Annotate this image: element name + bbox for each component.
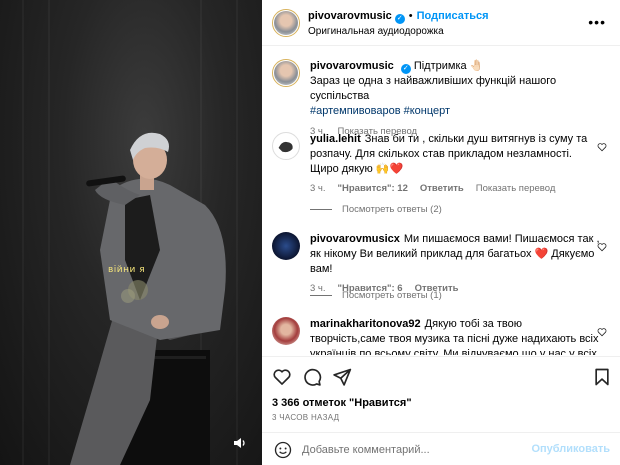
like-comment-heart-icon[interactable] xyxy=(597,242,607,252)
comment-username[interactable]: yulia.lehit xyxy=(310,133,361,145)
avatar[interactable] xyxy=(272,132,300,160)
hashtag-link[interactable]: #концерт xyxy=(404,105,450,117)
header-username[interactable]: pivovarovmusic xyxy=(308,10,392,22)
avatar[interactable] xyxy=(272,317,300,345)
speaker-icon[interactable] xyxy=(232,435,248,451)
post-time[interactable]: 3 ЧАСОВ НАЗАД xyxy=(272,413,339,422)
caption-body: pivovarovmusic ✓ Підтримка 🤚🏻 Зараз це од… xyxy=(310,59,600,139)
performer-photo xyxy=(70,132,226,465)
add-comment-bar: Опубликовать xyxy=(262,432,620,465)
likes-count[interactable]: 3 366 отметок "Нравится" xyxy=(272,397,412,409)
translate-link[interactable]: Показать перевод xyxy=(476,183,556,194)
follow-button[interactable]: Подписаться xyxy=(417,10,489,22)
avatar-image xyxy=(278,141,293,153)
video-subtitle: війни я xyxy=(108,265,146,275)
audio-track-link[interactable]: Оригинальная аудиодорожка xyxy=(308,26,444,37)
comment-username[interactable]: pivovarovmusicx xyxy=(310,233,400,245)
avatar[interactable] xyxy=(272,9,300,37)
caption-text-line2: Зараз це одна з найважливіших функцій на… xyxy=(310,75,557,102)
hashtag-link[interactable]: #артемпивоваров xyxy=(310,105,401,117)
avatar[interactable] xyxy=(272,59,300,87)
comments-list[interactable]: pivovarovmusic ✓ Підтримка 🤚🏻 Зараз це од… xyxy=(262,47,620,355)
publish-button[interactable]: Опубликовать xyxy=(531,443,610,455)
verified-badge-icon: ✓ xyxy=(400,64,411,74)
header-title-row: pivovarovmusic ✓ • Подписаться xyxy=(308,10,489,24)
comment-username[interactable]: marinakharitonova92 xyxy=(310,318,421,330)
like-heart-icon[interactable] xyxy=(272,367,292,387)
bookmark-icon[interactable] xyxy=(592,367,612,387)
post-header: pivovarovmusic ✓ • Подписаться Оригинальная… xyxy=(262,0,620,46)
comment-input[interactable] xyxy=(302,441,522,459)
avatar[interactable] xyxy=(272,232,300,260)
share-icon[interactable] xyxy=(332,367,352,387)
separator-dot: • xyxy=(408,10,413,22)
view-replies-button[interactable]: Посмотреть ответы (2) xyxy=(310,204,442,215)
more-horizontal-icon[interactable]: ••• xyxy=(588,14,606,30)
comment-likes[interactable]: "Нравится": 12 xyxy=(338,183,408,194)
post-actions: 3 366 отметок "Нравится" 3 ЧАСОВ НАЗАД О… xyxy=(262,356,620,465)
comment-body: pivovarovmusicx Ми пишаємося вами! Пишаєм… xyxy=(310,232,600,296)
like-comment-heart-icon[interactable] xyxy=(597,142,607,152)
view-replies-button[interactable]: Посмотреть ответы (1) xyxy=(310,290,442,301)
caption-username[interactable]: pivovarovmusic xyxy=(310,60,394,72)
comment-time[interactable]: 3 ч. xyxy=(310,183,326,194)
comment-body: marinakharitonova92 Дякую тобі за твою тв… xyxy=(310,317,600,355)
post-details: pivovarovmusic ✓ • Подписаться Оригинальная… xyxy=(262,0,620,465)
comment-icon[interactable] xyxy=(302,367,322,387)
reply-button[interactable]: Ответить xyxy=(420,183,464,194)
comment-body: yulia.lehit Знав би ти , скільки душ витя… xyxy=(310,132,600,196)
emoji-icon[interactable] xyxy=(274,441,292,459)
verified-badge-icon: ✓ xyxy=(394,14,405,24)
like-comment-heart-icon[interactable] xyxy=(597,327,607,337)
caption-text-line1: Підтримка 🤚🏻 xyxy=(413,60,484,72)
post-media[interactable]: війни я xyxy=(0,0,262,465)
